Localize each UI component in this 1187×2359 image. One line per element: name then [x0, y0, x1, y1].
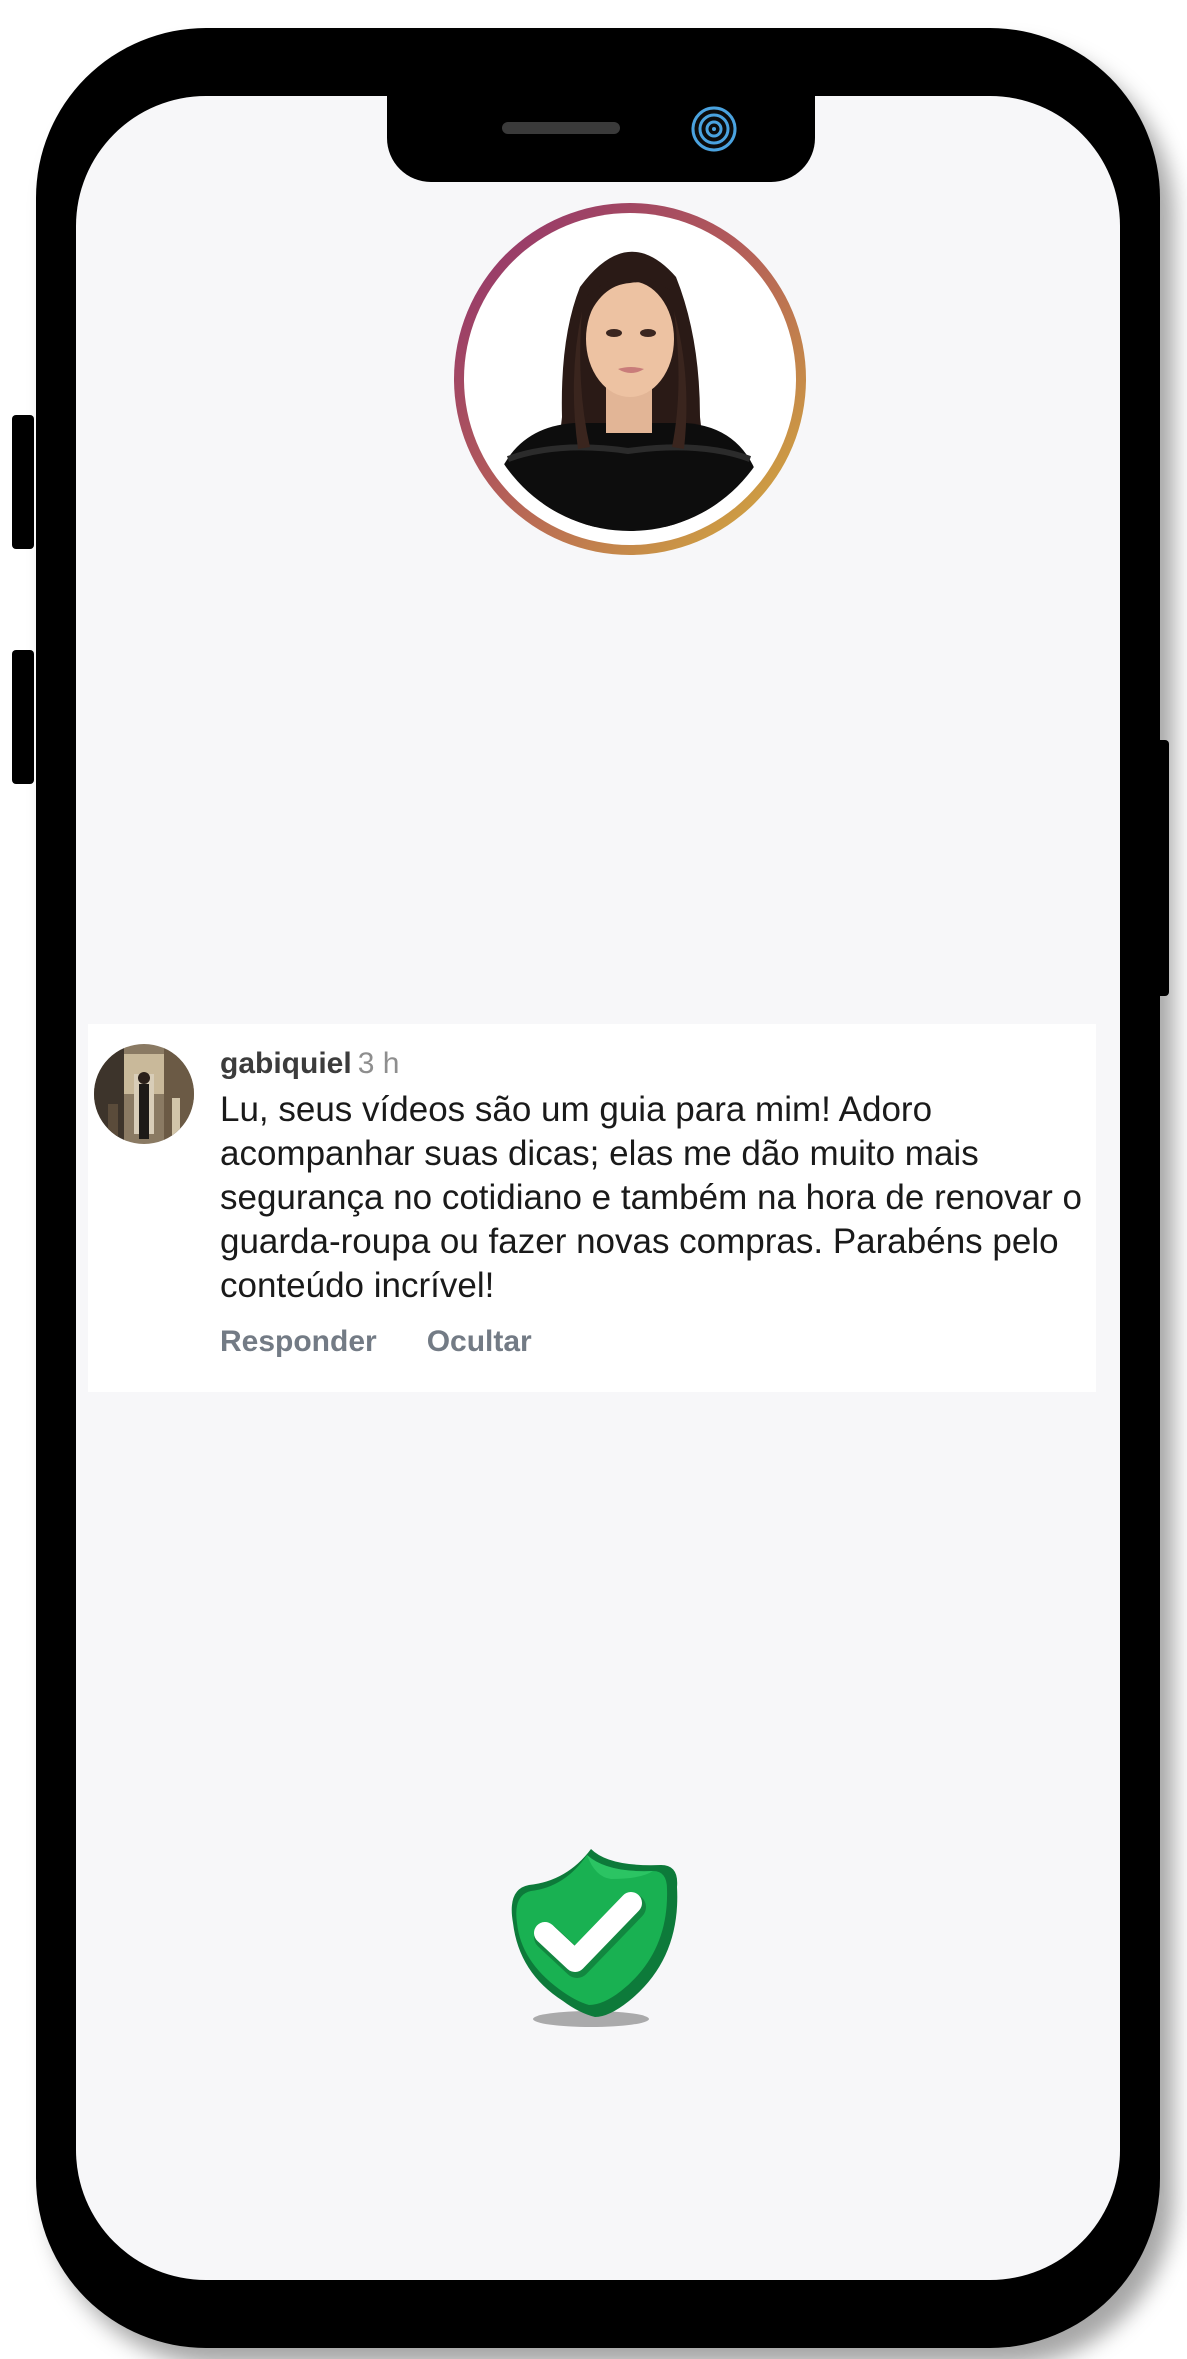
- phone-screen: gabiquiel 3 h Lu, seus vídeos são um guia…: [76, 96, 1120, 2280]
- comment-username[interactable]: gabiquiel: [220, 1047, 352, 1080]
- commenter-avatar[interactable]: [94, 1044, 194, 1144]
- profile-avatar-border: [464, 213, 796, 545]
- comment-text: Lu, seus vídeos são um guia para mim! Ad…: [220, 1090, 1082, 1305]
- front-camera-icon: [689, 104, 739, 159]
- commenter-photo-illustration: [94, 1044, 194, 1144]
- volume-down-button: [12, 650, 34, 784]
- comment-time: 3 h: [357, 1047, 400, 1080]
- comment-header: gabiquiel 3 h: [220, 1046, 1090, 1082]
- shield-check-graphic: [511, 1849, 678, 2027]
- mockup-stage: gabiquiel 3 h Lu, seus vídeos são um guia…: [0, 0, 1187, 2359]
- profile-avatar-ring[interactable]: [454, 203, 806, 555]
- hide-button[interactable]: Ocultar: [427, 1324, 532, 1360]
- phone-frame: gabiquiel 3 h Lu, seus vídeos são um guia…: [36, 28, 1160, 2348]
- profile-photo-illustration: [478, 227, 782, 531]
- earpiece-speaker: [502, 122, 620, 134]
- comment-actions: Responder Ocultar: [220, 1324, 1090, 1360]
- profile-avatar: [478, 227, 782, 531]
- reply-button[interactable]: Responder: [220, 1324, 377, 1360]
- comment-item: gabiquiel 3 h Lu, seus vídeos são um guia…: [88, 1024, 1096, 1392]
- verified-shield-icon: [491, 1841, 691, 2041]
- comment-body: gabiquiel 3 h Lu, seus vídeos são um guia…: [220, 1046, 1090, 1360]
- volume-up-button: [12, 415, 34, 549]
- phone-notch: [387, 56, 815, 182]
